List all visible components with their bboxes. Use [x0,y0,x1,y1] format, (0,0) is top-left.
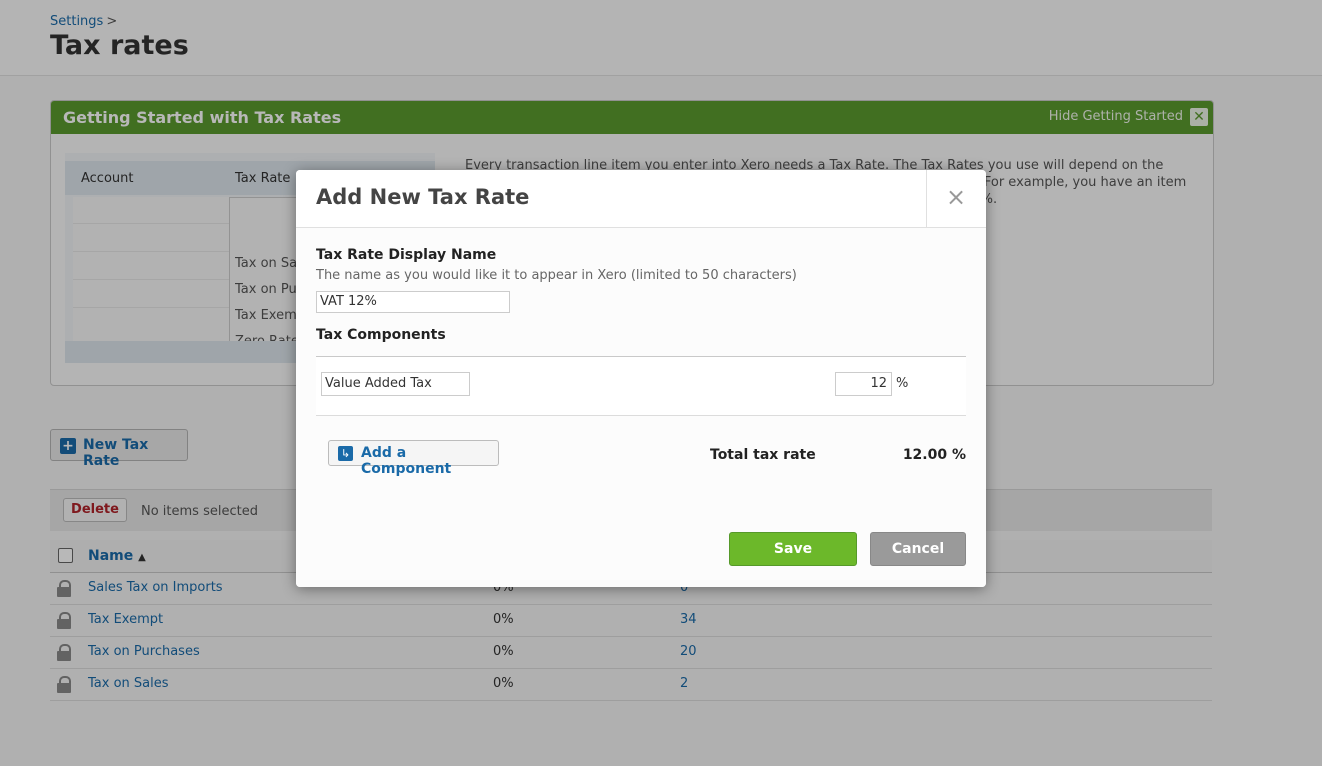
dialog-header: Add New Tax Rate × [296,170,986,228]
component-rate-input[interactable]: 12 [835,372,892,396]
add-component-label: Add a Component [361,445,452,477]
display-name-help: The name as you would like it to appear … [316,268,797,283]
tax-components-label: Tax Components [316,327,446,343]
add-tax-rate-dialog: Add New Tax Rate × Tax Rate Display Name… [296,170,986,587]
tax-component-row: Value Added Tax 12 % [316,356,966,416]
percent-unit: % [896,376,909,391]
dialog-body: Tax Rate Display Name The name as you wo… [296,228,986,587]
display-name-label: Tax Rate Display Name [316,247,497,263]
add-component-button[interactable]: ↳ Add a Component [328,440,499,477]
total-tax-rate-value: 12.00 % [902,447,966,463]
save-button[interactable]: Save [729,532,857,566]
display-name-input[interactable]: VAT 12% [316,291,510,313]
add-component-icon: ↳ [338,446,353,461]
dialog-title: Add New Tax Rate [316,185,530,209]
cancel-button[interactable]: Cancel [870,532,966,566]
total-tax-rate-label: Total tax rate [710,447,816,463]
dialog-close-button[interactable]: × [926,170,986,227]
component-name-input[interactable]: Value Added Tax [321,372,470,396]
close-icon: × [946,183,967,211]
